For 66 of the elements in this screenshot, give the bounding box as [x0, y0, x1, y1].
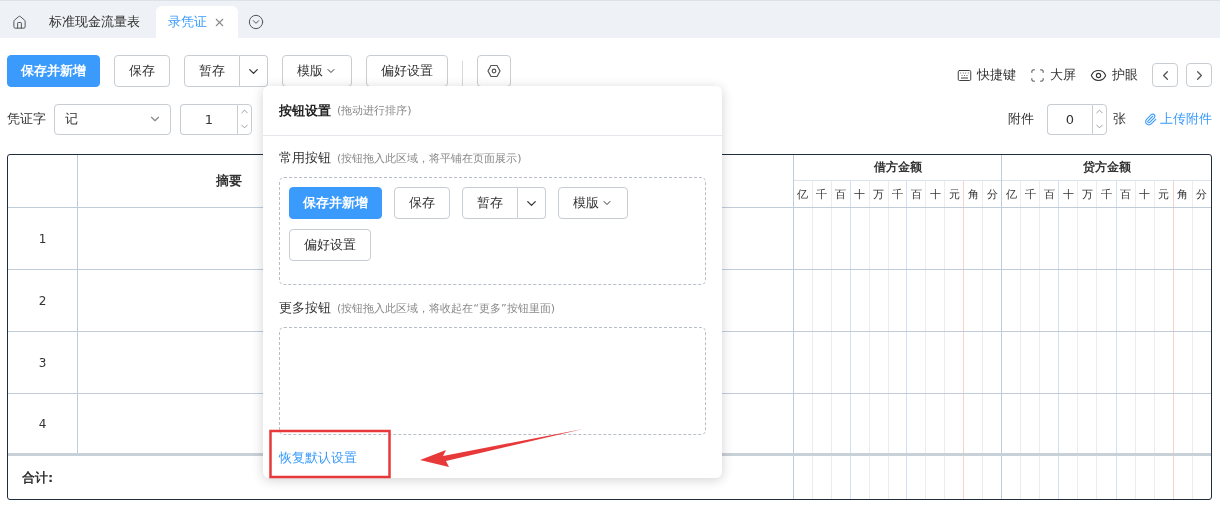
voucher-word-select[interactable]: 记 — [54, 103, 171, 135]
dropdown-caret-button[interactable] — [240, 55, 268, 87]
digit-header: 十 — [1135, 181, 1155, 207]
digit-header: 十 — [850, 181, 870, 207]
settings-icon — [486, 63, 502, 79]
digit-header: 分 — [1195, 186, 1209, 203]
drop-zone[interactable]: 保存并新增 保存 暂存 模版 偏好设置 — [279, 177, 706, 285]
template-dropdown-button[interactable]: 模版 — [558, 187, 628, 219]
column-header: 借方金额 — [794, 155, 1001, 181]
toolbar-tool[interactable]: 大屏 — [1030, 66, 1076, 84]
home-icon[interactable] — [12, 14, 27, 30]
digit-header: 角 — [1173, 181, 1193, 207]
digit-header: 千 — [888, 181, 908, 207]
digit-header: 百 — [1116, 181, 1136, 207]
digit-header: 千 — [1021, 181, 1041, 207]
digit-header: 万 — [1078, 181, 1098, 207]
digit-header: 百 — [831, 181, 851, 207]
section-title: 更多按钮 — [279, 299, 331, 317]
digit-header: 元 — [1154, 181, 1174, 207]
digit-header: 元 — [945, 181, 965, 207]
hint-text: (按钮拖入此区域，将收起在“更多”按钮里面) — [337, 300, 555, 316]
digit-header: 十 — [926, 181, 946, 207]
next-button[interactable] — [1186, 63, 1212, 87]
field-label: 附件 — [1008, 110, 1034, 128]
digit-header: 千 — [1097, 181, 1117, 207]
toolbar-tool[interactable]: 护眼 — [1090, 66, 1138, 84]
popover-title: 按钮设置 — [279, 101, 331, 120]
template-dropdown-button[interactable]: 模版 — [282, 55, 352, 87]
toolbar-button[interactable]: 保存 — [394, 187, 450, 219]
toolbar-button[interactable]: 偏好设置 — [366, 55, 448, 87]
attachment-count-field[interactable]: 0 — [1047, 103, 1092, 135]
keyboard-icon — [957, 67, 972, 83]
digit-header: 亿 — [794, 181, 813, 207]
dropdown-caret-button[interactable] — [518, 187, 546, 219]
settings-button[interactable] — [477, 55, 511, 87]
digit-header: 十 — [1059, 181, 1079, 207]
voucher-number-field[interactable]: 1 — [180, 103, 237, 135]
digit-header: 角 — [964, 181, 984, 207]
digit-header: 千 — [812, 181, 832, 207]
total-label: 合计: — [22, 468, 54, 487]
digit-header: 百 — [1040, 181, 1060, 207]
spinner-button[interactable] — [1092, 103, 1107, 135]
spinner-button[interactable] — [237, 103, 252, 135]
digit-header: 百 — [907, 181, 927, 207]
toolbar-button[interactable]: 保存 — [114, 55, 170, 87]
previous-button[interactable] — [1152, 63, 1178, 87]
toolbar-tool[interactable]: 快捷键 — [957, 66, 1016, 84]
digit-header: 亿 — [1002, 181, 1022, 207]
temp-save-button[interactable]: 暂存 — [184, 55, 240, 87]
fullscreen-icon — [1030, 67, 1045, 83]
paperclip-icon — [1144, 112, 1157, 126]
chevron-down-icon[interactable] — [248, 14, 264, 30]
row-number: 2 — [8, 270, 78, 331]
temp-save-button[interactable]: 暂存 — [462, 187, 518, 219]
page-tab[interactable]: 标准现金流量表 — [37, 6, 152, 38]
row-number: 3 — [8, 332, 78, 393]
toolbar-button[interactable]: 偏好设置 — [289, 229, 371, 261]
row-number: 1 — [8, 208, 78, 269]
drop-zone[interactable] — [279, 327, 706, 435]
hint-text: (拖动进行排序) — [337, 103, 412, 118]
row-number: 4 — [8, 394, 78, 453]
unit-label: 张 — [1113, 110, 1126, 128]
digit-header: 万 — [869, 181, 889, 207]
field-label: 凭证字 — [7, 110, 46, 128]
digit-header: 分 — [985, 186, 999, 203]
column-header: 贷方金额 — [1002, 155, 1211, 181]
